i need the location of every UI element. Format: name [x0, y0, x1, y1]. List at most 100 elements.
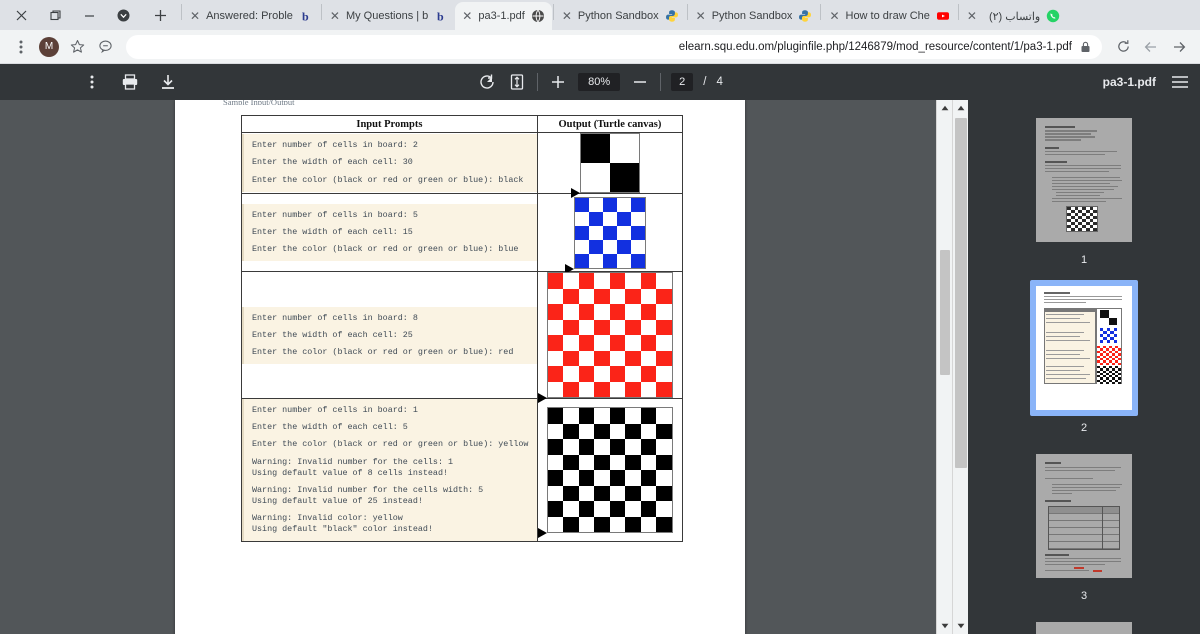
scroll-up-arrow-icon[interactable] [937, 100, 952, 116]
minimize-window-button[interactable] [72, 0, 106, 30]
three-dots-vertical-icon[interactable] [82, 72, 102, 92]
console-block: Warning: Invalid number for the cells wi… [252, 485, 529, 507]
browser-tab[interactable]: ✕ Python Sandbox [689, 2, 820, 30]
zoom-level[interactable]: 80% [578, 73, 621, 91]
reload-icon[interactable] [1110, 34, 1136, 60]
table-header-row: Input Prompts Output (Turtle canvas) [241, 115, 684, 133]
console-output: Enter number of cells in board: 1 Enter … [242, 399, 537, 542]
table-row: Enter number of cells in board: 2 Enter … [241, 132, 684, 198]
scroll-up-arrow-icon[interactable] [953, 100, 968, 116]
console-output: Enter number of cells in board: 8 Enter … [242, 306, 537, 364]
close-icon[interactable]: ✕ [696, 10, 706, 22]
console-block: Enter the width of each cell: 25 [252, 330, 529, 341]
input-prompts-cell: Enter number of cells in board: 5 Enter … [241, 192, 538, 273]
console-block: Warning: Invalid number for the cells: 1… [252, 457, 529, 479]
console-line: Warning: Invalid color: yellow [252, 512, 403, 523]
close-icon[interactable]: ✕ [462, 10, 472, 22]
thumbnail-item[interactable] [1030, 616, 1138, 634]
chrome-menu-button[interactable] [8, 34, 34, 60]
page-separator: / [703, 76, 707, 88]
pdf-toolbar-right: pa3-1.pdf [1103, 72, 1190, 92]
input-prompts-cell: Enter number of cells in board: 8 Enter … [241, 271, 538, 400]
turtle-output-cell [536, 271, 684, 404]
console-line: Enter number of cells in board: 1 [252, 405, 418, 416]
console-line: Enter number of cells in board: 8 [252, 312, 418, 323]
checkerboard [546, 272, 673, 399]
zoom-out-button[interactable] [630, 72, 650, 92]
browser-toolbar: M elearn.squ.edu.om/pluginfile.php/12468… [0, 30, 1200, 64]
thumbnail-item[interactable]: 1 [1030, 112, 1138, 280]
scroll-down-arrow-icon[interactable] [937, 618, 952, 634]
close-window-button[interactable] [4, 0, 38, 30]
checkerboard [579, 133, 640, 193]
console-line: Enter the color (black or red or green o… [252, 244, 519, 255]
toolbar-divider [660, 73, 662, 91]
close-icon[interactable]: ✕ [829, 10, 839, 22]
tab-title: pa3-1.pdf [478, 10, 525, 22]
console-line: Using default value of 25 instead! [252, 495, 423, 506]
close-icon[interactable]: ✕ [190, 10, 200, 22]
printer-icon[interactable] [120, 72, 140, 92]
console-line: Enter the color (black or red or green o… [252, 346, 514, 357]
thumbnail-sidebar[interactable]: 1 2 3 [968, 100, 1200, 634]
thumbnail-frame[interactable] [1030, 448, 1138, 584]
scrollbar-thumb[interactable] [955, 118, 967, 468]
browser-tab[interactable]: ✕ واتساب (٢) [960, 2, 1067, 30]
tab-search-button[interactable] [106, 0, 140, 30]
restore-window-button[interactable] [38, 0, 72, 30]
tab-divider [820, 4, 822, 20]
document-scrollbar[interactable] [952, 100, 968, 634]
thumbnail-page-4 [1036, 622, 1132, 634]
page-scrollbar[interactable] [936, 100, 952, 634]
pdf-page-area[interactable]: Sample Input/Output Input Prompts Output… [0, 100, 936, 634]
thumbnail-frame-selected[interactable] [1030, 280, 1138, 416]
lock-icon[interactable] [1078, 40, 1092, 54]
search-bubble-icon[interactable] [92, 34, 118, 60]
rotate-icon[interactable] [477, 72, 497, 92]
console-line: Warning: Invalid number for the cells wi… [252, 484, 484, 495]
close-icon[interactable]: ✕ [967, 10, 977, 22]
thumbnail-frame[interactable] [1030, 112, 1138, 248]
console-line: Enter the width of each cell: 25 [252, 329, 413, 340]
pdf-page-2: Sample Input/Output Input Prompts Output… [175, 100, 745, 634]
address-bar[interactable]: elearn.squ.edu.om/pluginfile.php/1246879… [126, 34, 1102, 59]
close-icon[interactable]: ✕ [330, 10, 340, 22]
hamburger-icon[interactable] [1170, 72, 1190, 92]
thumbnail-item[interactable]: 3 [1030, 448, 1138, 616]
browser-tab[interactable]: ✕ Answered: Proble b [183, 2, 320, 30]
close-icon[interactable]: ✕ [562, 10, 572, 22]
star-icon[interactable] [64, 34, 90, 60]
browser-window: ✕ Answered: Proble b ✕ My Questions | b … [0, 0, 1200, 640]
console-block: Enter number of cells in board: 1 [252, 405, 529, 416]
avatar[interactable]: M [39, 36, 59, 57]
current-page-input[interactable]: 2 [671, 73, 694, 91]
browser-tab[interactable]: ✕ Python Sandbox [555, 2, 686, 30]
bing-b-icon: b [302, 10, 309, 24]
fit-page-icon[interactable] [507, 72, 527, 92]
browser-tab[interactable]: ✕ My Questions | b b [323, 2, 455, 30]
input-prompts-cell: Enter number of cells in board: 1 Enter … [241, 398, 538, 543]
thumbnail-page-3 [1036, 454, 1132, 578]
column-header-input: Input Prompts [241, 115, 538, 133]
console-block: Enter the width of each cell: 5 [252, 422, 529, 433]
forward-arrow-icon[interactable] [1166, 34, 1192, 60]
svg-text:b: b [437, 10, 444, 24]
clipped-heading: Sample Input/Output [223, 100, 295, 105]
browser-tab-active[interactable]: ✕ pa3-1.pdf [455, 2, 552, 30]
new-tab-button[interactable] [146, 1, 174, 29]
back-arrow-icon[interactable] [1138, 34, 1164, 60]
thumbnail-item[interactable]: 2 [1030, 280, 1138, 448]
thumbnail-page-1 [1036, 118, 1132, 242]
download-icon[interactable] [158, 72, 178, 92]
zoom-in-button[interactable] [548, 72, 568, 92]
tab-title: واتساب (٢) [988, 10, 1041, 23]
tab-title: Python Sandbox [577, 10, 659, 22]
pdf-toolbar-center: 80% 2 / 4 [430, 72, 770, 92]
browser-tab[interactable]: ✕ How to draw Che [822, 2, 956, 30]
thumbnail-frame[interactable] [1030, 616, 1138, 634]
console-line: Warning: Invalid number for the cells: 1 [252, 456, 454, 467]
scroll-down-arrow-icon[interactable] [953, 618, 968, 634]
console-line: Enter the width of each cell: 30 [252, 157, 413, 168]
scrollbar-thumb[interactable] [940, 250, 950, 375]
